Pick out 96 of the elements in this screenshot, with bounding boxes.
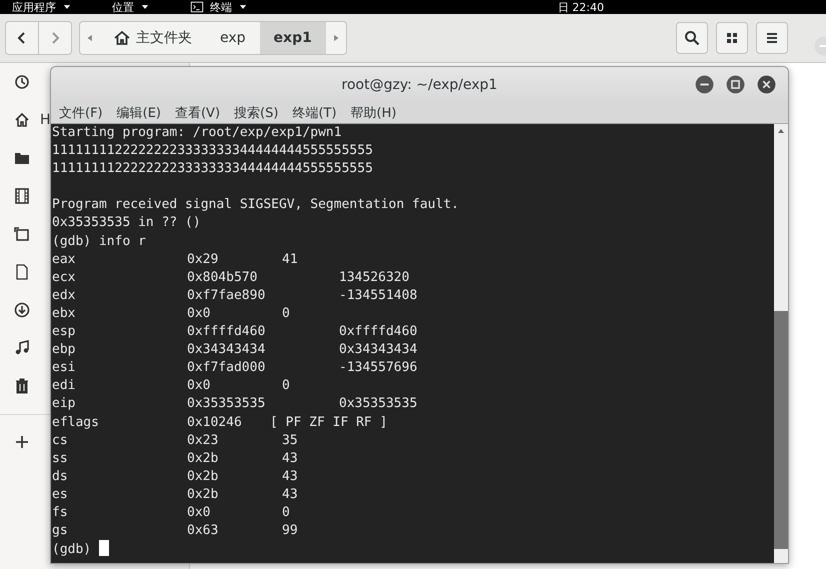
- music-note-icon[interactable]: [14, 340, 30, 356]
- register-value: 0: [282, 504, 290, 522]
- register-hex: 0x2b: [187, 468, 220, 486]
- output-line: (gdb) info r: [52, 232, 147, 251]
- download-icon[interactable]: [14, 302, 30, 318]
- output-line: Program received signal SIGSEGV, Segmentation fault.: [52, 196, 460, 214]
- clock: 日 22:40: [558, 0, 604, 14]
- register-hex: 0x2b: [187, 486, 220, 504]
- register-name: cs: [52, 432, 69, 450]
- register-hex: 0x2b: [187, 450, 220, 468]
- view-grid-button[interactable]: [716, 22, 748, 54]
- output-line: 11111111222222223333333344444444555555555: [52, 142, 374, 160]
- register-name: gs: [52, 522, 69, 540]
- top-menu[interactable]: 终端: [190, 0, 248, 14]
- menu-button[interactable]: [756, 22, 788, 54]
- window-title: root@gzy: ~/exp/exp1: [342, 77, 498, 93]
- cursor: [99, 540, 110, 556]
- home-icon: [114, 30, 130, 46]
- register-value: 0x34343434: [339, 341, 418, 360]
- plus-icon[interactable]: [14, 434, 30, 450]
- register-value: 43: [282, 450, 298, 468]
- search-icon: [684, 30, 700, 46]
- prompt: (gdb): [52, 542, 92, 558]
- register-hex: 0x35353535: [187, 395, 266, 414]
- register-value: -134551408: [339, 286, 418, 305]
- minimize-icon[interactable]: [695, 75, 714, 94]
- terminal-icon: [190, 0, 204, 14]
- register-hex: 0x804b570: [187, 268, 258, 287]
- register-name: edx: [52, 286, 76, 305]
- register-name: ebx: [52, 304, 76, 323]
- left-triangle-icon: [85, 33, 95, 43]
- document-icon[interactable]: [14, 264, 30, 280]
- register-value: [ PF ZF IF RF ]: [270, 414, 388, 432]
- menu-item[interactable]: 编辑(E): [116, 104, 161, 122]
- register-name: eip: [52, 395, 76, 414]
- register-value: 43: [282, 468, 298, 486]
- register-name: es: [52, 486, 69, 504]
- register-name: eax: [52, 250, 76, 269]
- menu-item[interactable]: 查看(V): [174, 104, 220, 122]
- register-hex: 0x0: [187, 377, 212, 396]
- path-button[interactable]: exp: [206, 22, 260, 54]
- register-value: 0x35353535: [339, 395, 418, 414]
- picture-icon[interactable]: [14, 226, 30, 242]
- output-line: 0x35353535 in ?? (): [52, 214, 202, 232]
- trash-icon[interactable]: [14, 378, 30, 394]
- register-hex: 0x0: [187, 504, 212, 522]
- scrollbar-thumb[interactable]: [774, 311, 788, 549]
- register-hex: 0x0: [187, 304, 212, 323]
- register-name: ds: [52, 468, 69, 486]
- register-name: eflags: [52, 414, 100, 432]
- register-value: -134557696: [339, 359, 418, 378]
- register-value: 43: [282, 486, 298, 504]
- path-button[interactable]: exp1: [260, 22, 326, 54]
- register-hex: 0xf7fad000: [187, 359, 266, 378]
- register-name: fs: [52, 504, 69, 522]
- register-name: ss: [52, 450, 69, 468]
- menu-item[interactable]: 文件(F): [59, 104, 103, 122]
- register-hex: 0x34343434: [187, 341, 266, 360]
- menu-icon: [764, 30, 780, 46]
- register-name: ebp: [52, 341, 76, 360]
- path-button[interactable]: 主文件夹: [100, 22, 206, 54]
- register-value: 0xffffd460: [339, 323, 418, 342]
- register-name: esi: [52, 359, 76, 378]
- register-hex: 0xf7fae890: [187, 286, 266, 305]
- maximize-icon[interactable]: [726, 75, 745, 94]
- register-name: ecx: [52, 268, 76, 287]
- clock-icon[interactable]: [14, 74, 30, 90]
- register-hex: 0x29: [187, 250, 220, 269]
- register-value: 0: [282, 377, 290, 396]
- output-line: Starting program: /root/exp/exp1/pwn1: [52, 124, 343, 142]
- sidebar-item[interactable]: H: [14, 112, 51, 128]
- scrollbar[interactable]: [774, 124, 788, 563]
- search-button[interactable]: [676, 22, 708, 54]
- register-hex: 0xffffd460: [187, 323, 266, 342]
- folder-icon[interactable]: [14, 150, 30, 166]
- register-hex: 0x10246: [187, 414, 243, 432]
- menu-item[interactable]: 终端(T): [292, 104, 337, 122]
- up-triangle-icon: [777, 127, 785, 135]
- top-menu[interactable]: 位置: [112, 0, 150, 14]
- grid-icon: [724, 30, 740, 46]
- menu-item[interactable]: 帮助(H): [350, 104, 396, 122]
- film-icon[interactable]: [14, 188, 30, 204]
- register-hex: 0x23: [187, 432, 220, 450]
- output-line: 11111111222222223333333344444444555555555: [52, 160, 374, 178]
- register-value: 0: [282, 304, 290, 323]
- menu-item[interactable]: 搜索(S): [234, 104, 278, 122]
- register-name: esp: [52, 323, 76, 342]
- register-value: 35: [282, 432, 298, 450]
- register-value: 41: [282, 250, 298, 269]
- register-hex: 0x63: [187, 522, 220, 540]
- home-icon: [14, 112, 30, 128]
- top-menu[interactable]: 应用程序: [12, 0, 72, 14]
- register-name: edi: [52, 377, 76, 396]
- close-icon[interactable]: [757, 75, 776, 94]
- register-value: 99: [282, 522, 298, 540]
- register-value: 134526320: [339, 268, 410, 287]
